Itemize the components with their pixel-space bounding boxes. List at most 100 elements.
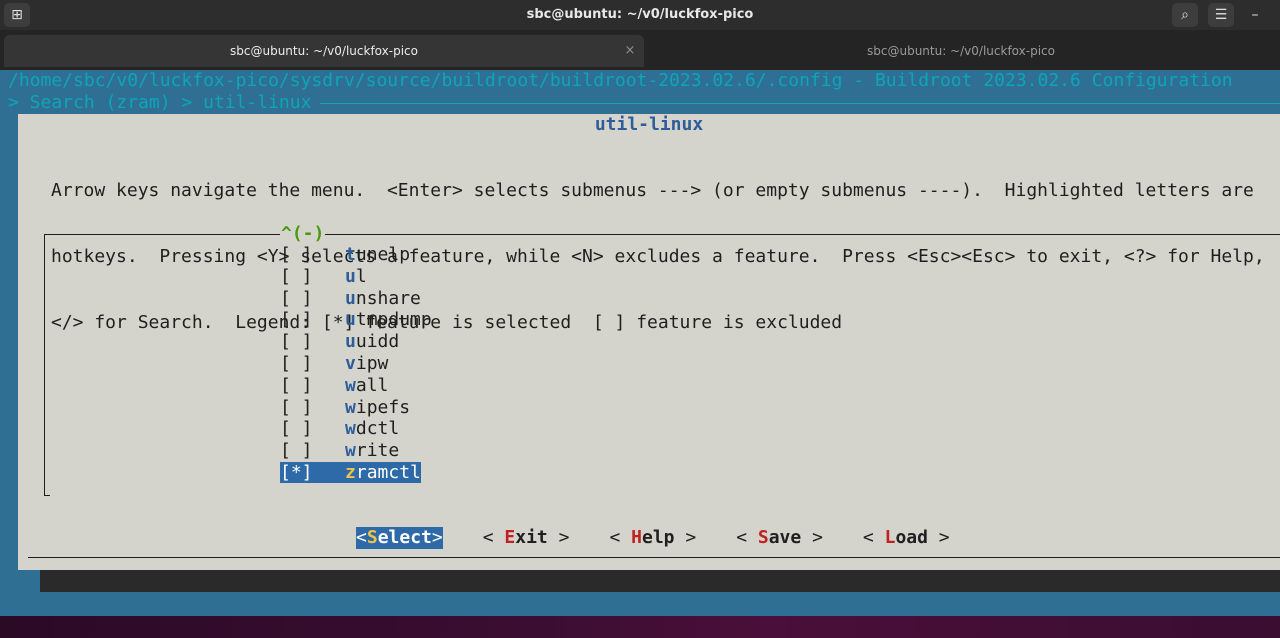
menu-item-write[interactable]: [ ] write [280,440,432,462]
exit-button[interactable]: < Exit > [483,527,570,549]
hotkey-letter: E [504,527,516,548]
button-label-rest: xit [515,527,548,548]
button-label: Exit [504,527,547,548]
minimize-icon[interactable]: – [1242,3,1268,27]
option-list: [ ] tunelp[ ] ul[ ] unshare[ ] utmpdump[… [280,244,432,484]
menu-box: ^(-) [ ] tunelp[ ] ul[ ] unshare[ ] utmp… [44,223,1280,496]
menu-item-selection: [ ] tunelp [280,244,410,265]
hotkey-letter: z [345,461,356,483]
menu-item-selection: [ ] wipefs [280,397,410,418]
checkbox[interactable]: [ ] [280,266,313,287]
button-bracket: < [862,527,885,548]
checkbox[interactable]: [ ] [280,288,313,309]
tab-label: sbc@ubuntu: ~/v0/luckfox-pico [230,44,418,58]
menu-item-label: ipefs [355,396,411,418]
hotkey-letter: u [345,331,356,353]
menu-item-selection: [ ] vipw [280,353,388,374]
dialog-shadow [40,570,1280,592]
button-label-rest: oad [895,527,928,548]
button-label: Select [367,527,432,548]
config-path-line: /home/sbc/v0/luckfox-pico/sysdrv/source/… [8,70,1233,91]
button-label-rest: elect [377,527,432,548]
menu-item-selection: [ ] wall [280,375,388,396]
button-label-rest: elp [641,527,675,548]
hotkey-letter: w [345,440,356,462]
load-button[interactable]: < Load > [863,527,950,549]
menu-item-label: tmpdump [355,309,432,331]
button-label: Save [758,527,801,548]
button-bracket: > [547,527,570,548]
button-bracket: < [482,527,505,548]
dialog-title: util-linux [594,114,704,135]
checkbox[interactable]: [ ] [280,375,313,396]
close-tab-icon[interactable]: × [622,35,638,67]
menu-item-label: nshare [355,287,421,309]
menu-item-uuidd[interactable]: [ ] uuidd [280,331,432,353]
menu-item-label: ramctl [355,461,421,483]
checkbox[interactable]: [ ] [280,353,313,374]
hotkey-letter: u [345,265,356,287]
menu-item-selection: [ ] uuidd [280,331,399,352]
button-bracket: > [801,527,823,548]
tab-terminal-1[interactable]: sbc@ubuntu: ~/v0/luckfox-pico × [4,35,644,67]
menu-item-selection: [ ] unshare [280,288,421,309]
tab-bar: sbc@ubuntu: ~/v0/luckfox-pico × sbc@ubun… [0,30,1280,71]
hotkey-letter: u [345,309,356,331]
menuconfig-dialog: util-linux Arrow keys navigate the menu.… [18,114,1280,570]
checkbox[interactable]: [ ] [280,418,313,439]
hotkey-letter: u [345,287,356,309]
tab-label: sbc@ubuntu: ~/v0/luckfox-pico [867,44,1055,58]
button-label: Help [631,527,674,548]
button-bracket: > [674,527,697,548]
terminal-area[interactable]: /home/sbc/v0/luckfox-pico/sysdrv/source/… [0,70,1280,616]
checkbox[interactable]: [ ] [280,244,313,265]
save-button[interactable]: < Save > [736,527,823,549]
menu-item-selection: [*] zramctl [280,461,421,483]
hotkey-letter: H [631,527,642,548]
button-bracket: > [431,527,443,548]
hotkey-letter: w [345,418,356,440]
dialog-buttons: <Select> < Exit > < Help > < Save > < Load > [356,527,990,549]
menu-item-zramctl[interactable]: [*] zramctl [280,461,432,484]
hotkey-letter: w [345,374,356,396]
button-label-rest: ave [768,527,802,548]
menu-item-label: l [355,265,367,287]
checkbox[interactable]: [ ] [280,440,313,461]
menu-item-selection: [ ] ul [280,266,367,287]
window-title: sbc@ubuntu: ~/v0/luckfox-pico [526,7,754,22]
checkbox[interactable]: [ ] [280,309,313,330]
menu-box-border [44,234,45,496]
menu-item-ul[interactable]: [ ] ul [280,266,432,288]
menu-item-label: rite [355,440,400,462]
bottom-rule [28,557,1280,558]
hotkey-letter: t [345,244,356,265]
checkbox[interactable]: [ ] [280,331,313,352]
help-button[interactable]: < Help > [609,527,696,549]
menu-item-tunelp[interactable]: [ ] tunelp [280,244,432,266]
hamburger-menu-icon[interactable]: ☰ [1208,3,1234,27]
menu-item-label: dctl [355,418,400,440]
menu-item-wdctl[interactable]: [ ] wdctl [280,418,432,440]
menu-item-label: uidd [355,331,400,353]
select-button[interactable]: <Select> [356,527,443,549]
hotkey-letter: v [345,352,356,374]
checkbox[interactable]: [ ] [280,397,313,418]
hotkey-letter: w [345,396,356,418]
button-bracket: < [736,527,758,548]
button-label: Load [885,527,928,548]
menu-item-unshare[interactable]: [ ] unshare [280,288,432,310]
menu-item-selection: [ ] utmpdump [280,309,432,330]
menu-box-border [44,495,50,496]
menu-item-wall[interactable]: [ ] wall [280,375,432,397]
tab-terminal-2[interactable]: sbc@ubuntu: ~/v0/luckfox-pico [646,35,1276,67]
checkbox[interactable]: [*] [280,462,313,483]
menu-item-vipw[interactable]: [ ] vipw [280,353,432,375]
breadcrumb-rule [320,103,1280,104]
search-icon[interactable]: ⌕ [1172,3,1198,27]
hotkey-letter: L [884,527,896,548]
menu-item-wipefs[interactable]: [ ] wipefs [280,397,432,419]
window-titlebar: ⊞ sbc@ubuntu: ~/v0/luckfox-pico ⌕ ☰ – [0,0,1280,30]
help-line: Arrow keys navigate the menu. <Enter> se… [51,180,1254,201]
menu-item-selection: [ ] wdctl [280,418,399,439]
menu-item-utmpdump[interactable]: [ ] utmpdump [280,309,432,331]
